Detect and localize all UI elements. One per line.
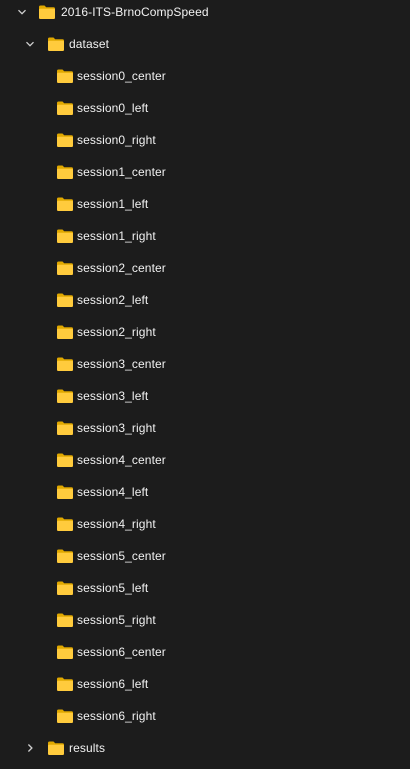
folder-icon: [56, 548, 74, 564]
folder-icon: [56, 324, 74, 340]
folder-icon: [38, 4, 56, 20]
tree-item-label: 2016-ITS-BrnoCompSpeed: [61, 5, 209, 19]
tree-item-label: session5_right: [77, 613, 156, 627]
folder-icon: [56, 164, 74, 180]
folder-icon: [56, 612, 74, 628]
folder-icon: [56, 292, 74, 308]
tree-item-session[interactable]: session0_right: [0, 124, 410, 156]
tree-item-label: session2_center: [77, 261, 166, 275]
tree-item-label: session3_center: [77, 357, 166, 371]
tree-item-label: session4_center: [77, 453, 166, 467]
tree-item-session[interactable]: session3_center: [0, 348, 410, 380]
tree-item-session[interactable]: session4_center: [0, 444, 410, 476]
chevron-right-icon[interactable]: [22, 732, 38, 764]
tree-item-label: session5_center: [77, 549, 166, 563]
tree-item-label: session0_right: [77, 133, 156, 147]
folder-tree: 2016-ITS-BrnoCompSpeed dataset session0_…: [0, 0, 410, 769]
tree-item-root[interactable]: 2016-ITS-BrnoCompSpeed: [0, 0, 410, 28]
tree-item-session[interactable]: session0_left: [0, 92, 410, 124]
tree-item-label: session3_left: [77, 389, 149, 403]
folder-icon: [56, 420, 74, 436]
tree-item-session[interactable]: session0_center: [0, 60, 410, 92]
tree-item-session[interactable]: session1_right: [0, 220, 410, 252]
tree-item-label: session4_left: [77, 485, 149, 499]
tree-item-label: session1_right: [77, 229, 156, 243]
tree-item-label: session3_right: [77, 421, 156, 435]
chevron-down-icon[interactable]: [22, 28, 38, 60]
folder-icon: [56, 580, 74, 596]
tree-item-session[interactable]: session4_right: [0, 508, 410, 540]
tree-item-label: session0_left: [77, 101, 149, 115]
folder-icon: [56, 516, 74, 532]
folder-icon: [47, 740, 65, 756]
tree-item-session[interactable]: session6_center: [0, 636, 410, 668]
tree-item-label: session6_center: [77, 645, 166, 659]
tree-item-label: session1_center: [77, 165, 166, 179]
tree-item-session[interactable]: session3_left: [0, 380, 410, 412]
folder-icon: [56, 452, 74, 468]
tree-item-label: session5_left: [77, 581, 149, 595]
tree-item-session[interactable]: session1_left: [0, 188, 410, 220]
folder-icon: [56, 644, 74, 660]
tree-item-label: session6_left: [77, 677, 149, 691]
folder-icon: [56, 484, 74, 500]
folder-icon: [47, 36, 65, 52]
tree-item-session[interactable]: session6_left: [0, 668, 410, 700]
tree-item-label: session0_center: [77, 69, 166, 83]
tree-item-results[interactable]: results: [0, 732, 410, 764]
folder-icon: [56, 100, 74, 116]
tree-item-label: session6_right: [77, 709, 156, 723]
tree-item-label: session2_right: [77, 325, 156, 339]
tree-item-session[interactable]: session1_center: [0, 156, 410, 188]
tree-item-session[interactable]: session2_left: [0, 284, 410, 316]
tree-item-label: session1_left: [77, 197, 149, 211]
folder-icon: [56, 260, 74, 276]
folder-icon: [56, 676, 74, 692]
folder-icon: [56, 708, 74, 724]
tree-item-label: dataset: [69, 37, 110, 51]
tree-item-dataset[interactable]: dataset: [0, 28, 410, 60]
folder-icon: [56, 388, 74, 404]
tree-item-session[interactable]: session2_right: [0, 316, 410, 348]
tree-item-session[interactable]: session2_center: [0, 252, 410, 284]
tree-item-label: session4_right: [77, 517, 156, 531]
tree-item-session[interactable]: session5_right: [0, 604, 410, 636]
tree-item-session[interactable]: session3_right: [0, 412, 410, 444]
tree-item-session[interactable]: session5_center: [0, 540, 410, 572]
folder-icon: [56, 356, 74, 372]
tree-item-label: results: [69, 741, 106, 755]
tree-item-session[interactable]: session5_left: [0, 572, 410, 604]
folder-icon: [56, 196, 74, 212]
tree-item-session[interactable]: session6_right: [0, 700, 410, 732]
folder-icon: [56, 68, 74, 84]
tree-item-session[interactable]: session4_left: [0, 476, 410, 508]
folder-icon: [56, 132, 74, 148]
chevron-down-icon[interactable]: [14, 0, 30, 28]
folder-icon: [56, 228, 74, 244]
tree-item-label: session2_left: [77, 293, 149, 307]
